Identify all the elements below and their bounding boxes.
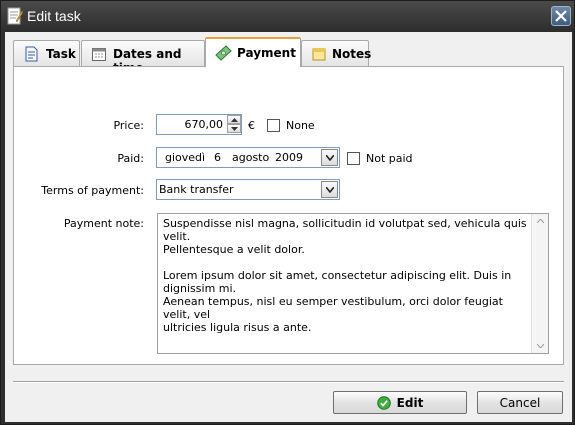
terms-dropdown-button[interactable] (321, 181, 338, 198)
banknote-icon (215, 45, 232, 64)
tab-payment[interactable]: Payment (205, 37, 301, 67)
price-value: 670,00 (184, 118, 224, 131)
payment-note-textarea[interactable]: Suspendisse nisl magna, sollicitudin id … (157, 213, 549, 354)
chevron-down-icon (326, 155, 334, 161)
tab-notes-label: Notes (332, 47, 372, 61)
terms-of-payment-value: Bank transfer (159, 183, 234, 196)
price-label: Price: (113, 119, 144, 132)
price-stepper[interactable]: 670,00 (156, 114, 242, 135)
payment-note-scrollbar[interactable] (531, 214, 548, 353)
scroll-up-icon[interactable] (537, 219, 544, 223)
tab-payment-label: Payment (237, 46, 296, 60)
price-spin-buttons[interactable] (227, 115, 241, 134)
none-label: None (286, 119, 315, 132)
spin-down-icon[interactable] (227, 124, 241, 133)
paid-month: agosto (232, 151, 270, 164)
separator (13, 381, 564, 383)
cancel-button-label: Cancel (499, 396, 541, 410)
close-icon (555, 10, 567, 22)
close-button[interactable] (551, 6, 571, 26)
terms-of-payment-label: Terms of payment: (41, 184, 144, 197)
paid-day: 6 (214, 151, 221, 164)
currency-symbol: € (248, 119, 255, 132)
not-paid-checkbox[interactable] (347, 152, 360, 165)
payment-panel: Price: 670,00 € None Paid: giovedì 6 ago… (13, 66, 564, 365)
scroll-down-icon[interactable] (537, 344, 544, 348)
not-paid-label: Not paid (366, 152, 413, 165)
paid-date-picker[interactable]: giovedì 6 agosto 2009 (156, 147, 340, 168)
tab-dates-and-time[interactable]: Dates and time (81, 40, 205, 75)
edit-button[interactable]: Edit (333, 391, 467, 414)
edit-task-window: Edit task Task Dates and time Payment (0, 0, 575, 425)
calendar-icon (91, 46, 107, 65)
tab-task-label: Task (46, 47, 76, 61)
tab-task[interactable]: Task (13, 40, 80, 66)
payment-note-label: Payment note: (63, 217, 144, 230)
date-dropdown-button[interactable] (321, 149, 338, 166)
window-title: Edit task (27, 8, 81, 24)
none-checkbox[interactable] (267, 119, 280, 132)
chevron-down-icon (326, 187, 334, 193)
spin-up-icon[interactable] (227, 115, 241, 124)
edit-task-icon (7, 7, 24, 25)
paid-year: 2009 (275, 151, 303, 164)
edit-button-label: Edit (396, 396, 424, 410)
title-bar[interactable]: Edit task (1, 1, 575, 32)
paid-label: Paid: (117, 152, 144, 165)
tab-notes[interactable]: Notes (301, 40, 372, 66)
dialog-client-area: Task Dates and time Payment Notes Price: (5, 32, 572, 422)
note-icon (311, 46, 327, 65)
terms-of-payment-select[interactable]: Bank transfer (156, 179, 340, 200)
payment-note-text: Suspendisse nisl magna, sollicitudin id … (163, 217, 527, 334)
document-icon (23, 46, 39, 65)
paid-weekday: giovedì (165, 151, 206, 164)
cancel-button[interactable]: Cancel (477, 391, 563, 414)
